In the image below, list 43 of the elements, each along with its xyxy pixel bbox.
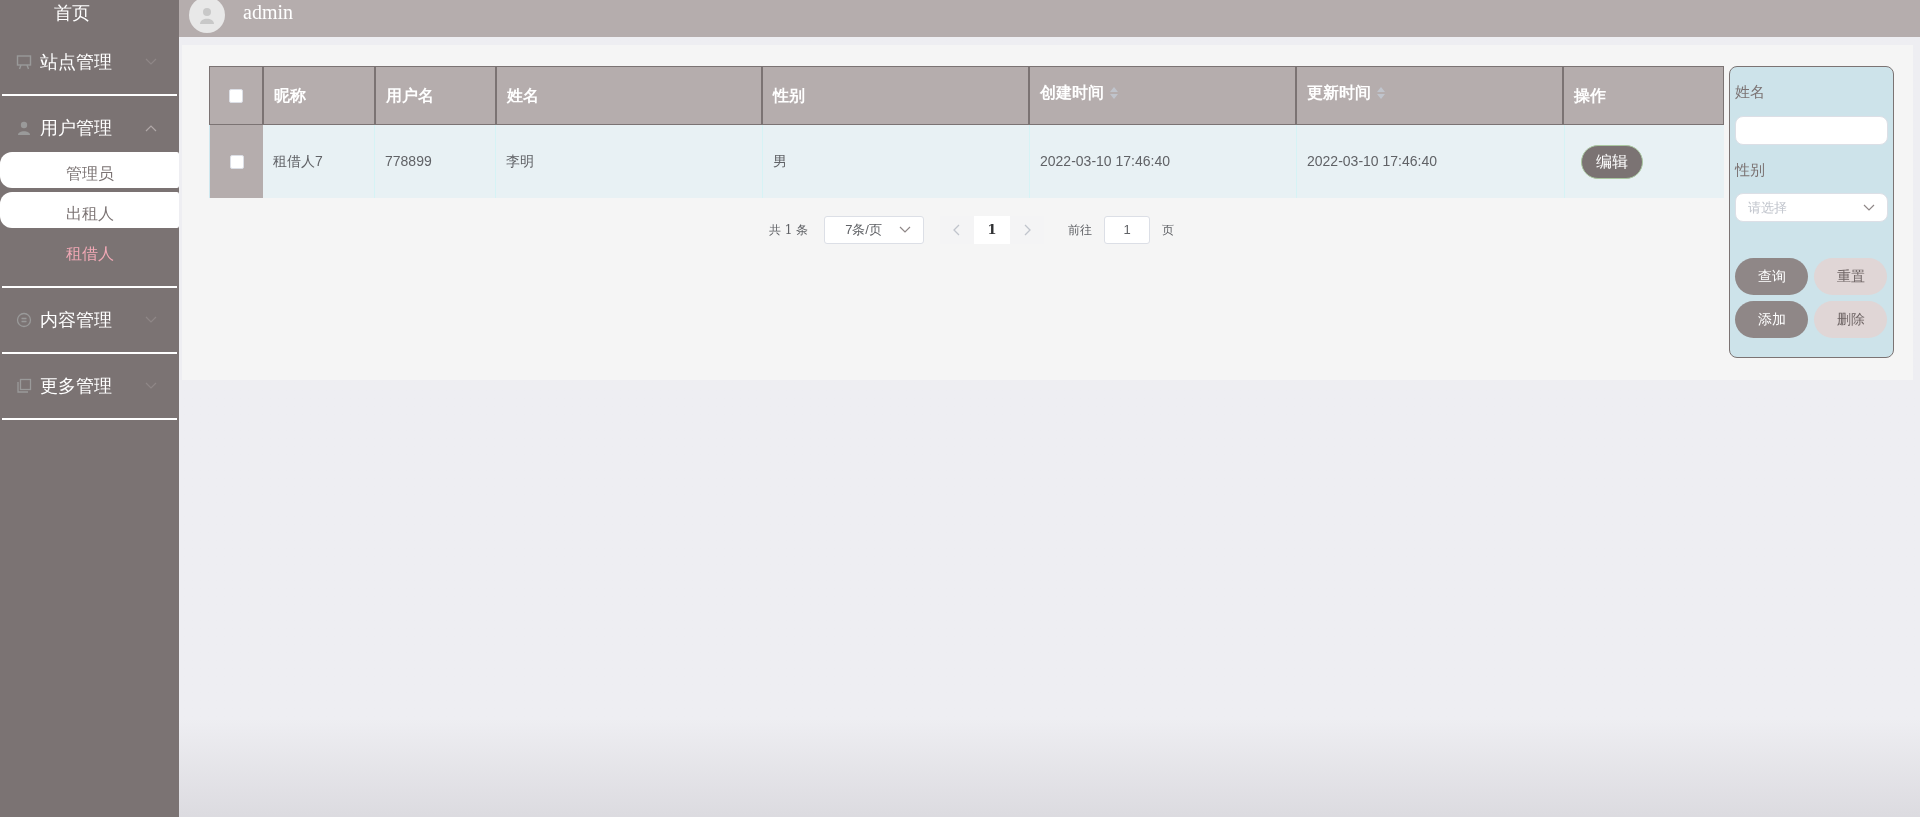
menu-group[interactable]: 内容管理: [0, 296, 179, 344]
panel-button[interactable]: 查询: [1735, 258, 1808, 295]
field-label: 姓名: [1735, 82, 1766, 102]
chevron-right-icon: [1023, 224, 1032, 236]
sort-icon[interactable]: [1376, 86, 1385, 99]
table-cell: 2022-03-10 17:46:40: [1030, 125, 1297, 198]
field-label: 性别: [1735, 159, 1766, 180]
checkbox[interactable]: [229, 154, 244, 169]
username: admin: [243, 0, 293, 25]
goto-page-field[interactable]: 1: [1104, 216, 1151, 244]
submenu-item[interactable]: 管理员: [0, 152, 179, 188]
table-cell: 778899: [375, 125, 496, 198]
submenu-item[interactable]: 出租人: [0, 192, 179, 228]
user-icon: [16, 120, 32, 136]
sort-icon[interactable]: [1109, 86, 1118, 99]
checkbox[interactable]: [228, 88, 243, 103]
menu-group[interactable]: 站点管理: [0, 38, 179, 86]
table-cell: 2022-03-10 17:46:40: [1297, 125, 1565, 198]
total-count: 共 1 条: [768, 222, 809, 239]
page-size-select[interactable]: 7条/页: [824, 216, 925, 244]
submenu-item[interactable]: 租借人: [0, 232, 179, 268]
table-header-cell-text: 操作: [1572, 85, 1608, 106]
goto-label: 前往: [1068, 222, 1093, 239]
table-cell: 男: [763, 125, 1030, 198]
text-input-field[interactable]: [1735, 115, 1888, 145]
page-number[interactable]: 1: [974, 216, 1011, 244]
chevron-left-icon: [953, 224, 962, 236]
panel-button[interactable]: 重置: [1814, 258, 1887, 295]
page-suffix: 页: [1162, 222, 1175, 239]
table-cell: 租借人7: [263, 125, 375, 198]
panel-button[interactable]: 删除: [1814, 301, 1887, 338]
table-cell: 李明: [496, 125, 763, 198]
presentation-board-icon: [16, 54, 32, 70]
chat-bubble-icon: [16, 312, 32, 328]
copy-icon: [16, 378, 32, 394]
panel-button[interactable]: 添加: [1735, 301, 1808, 338]
avatar-icon[interactable]: [189, 0, 225, 33]
menu-group[interactable]: 用户管理: [0, 104, 179, 152]
edit-button[interactable]: 编辑: [1581, 144, 1643, 179]
menu-group[interactable]: 更多管理: [0, 362, 179, 410]
menu-item[interactable]: 首页: [53, 0, 90, 27]
chevron-down-icon: [1863, 203, 1875, 212]
chevron-down-icon: [899, 226, 912, 234]
